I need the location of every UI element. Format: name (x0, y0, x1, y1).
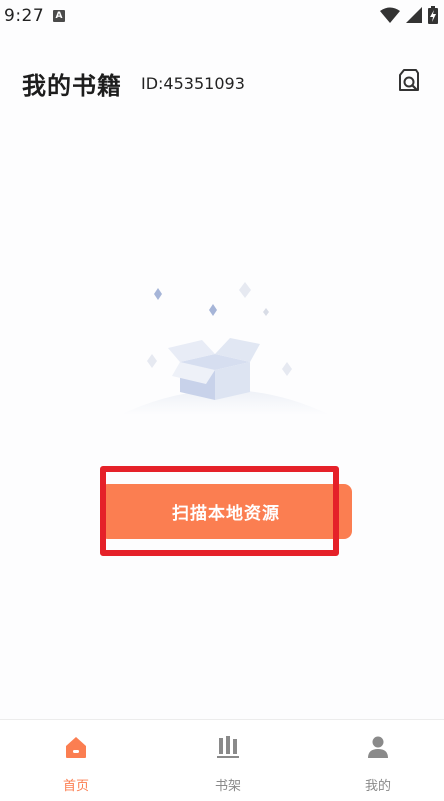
signal-icon (406, 7, 422, 23)
scan-local-resources-button[interactable]: 扫描本地资源 (100, 484, 352, 539)
page-title: 我的书籍 (22, 72, 122, 100)
nav-label-home: 首页 (62, 779, 89, 794)
search-button[interactable] (394, 66, 424, 96)
empty-state-illustration (110, 270, 340, 430)
nav-label-bookshelf: 书架 (214, 779, 241, 794)
status-time: 9:27 (4, 6, 45, 26)
nav-label-profile: 我的 (364, 779, 391, 794)
bottom-navigation: 首页 书架 我的 (0, 719, 444, 801)
notification-icon: A (53, 10, 65, 22)
nav-item-profile[interactable]: 我的 (338, 734, 418, 794)
empty-box-icon (120, 282, 330, 415)
status-icons (380, 5, 438, 25)
search-icon (399, 69, 419, 91)
battery-icon (428, 6, 438, 24)
bookshelf-icon (217, 736, 239, 758)
wifi-icon (380, 7, 400, 23)
status-bar: 9:27 A (0, 0, 444, 34)
user-id: ID:45351093 (141, 74, 245, 93)
nav-item-home[interactable]: 首页 (36, 734, 116, 794)
profile-icon (368, 736, 388, 758)
nav-item-bookshelf[interactable]: 书架 (188, 734, 268, 794)
home-icon (66, 737, 86, 758)
